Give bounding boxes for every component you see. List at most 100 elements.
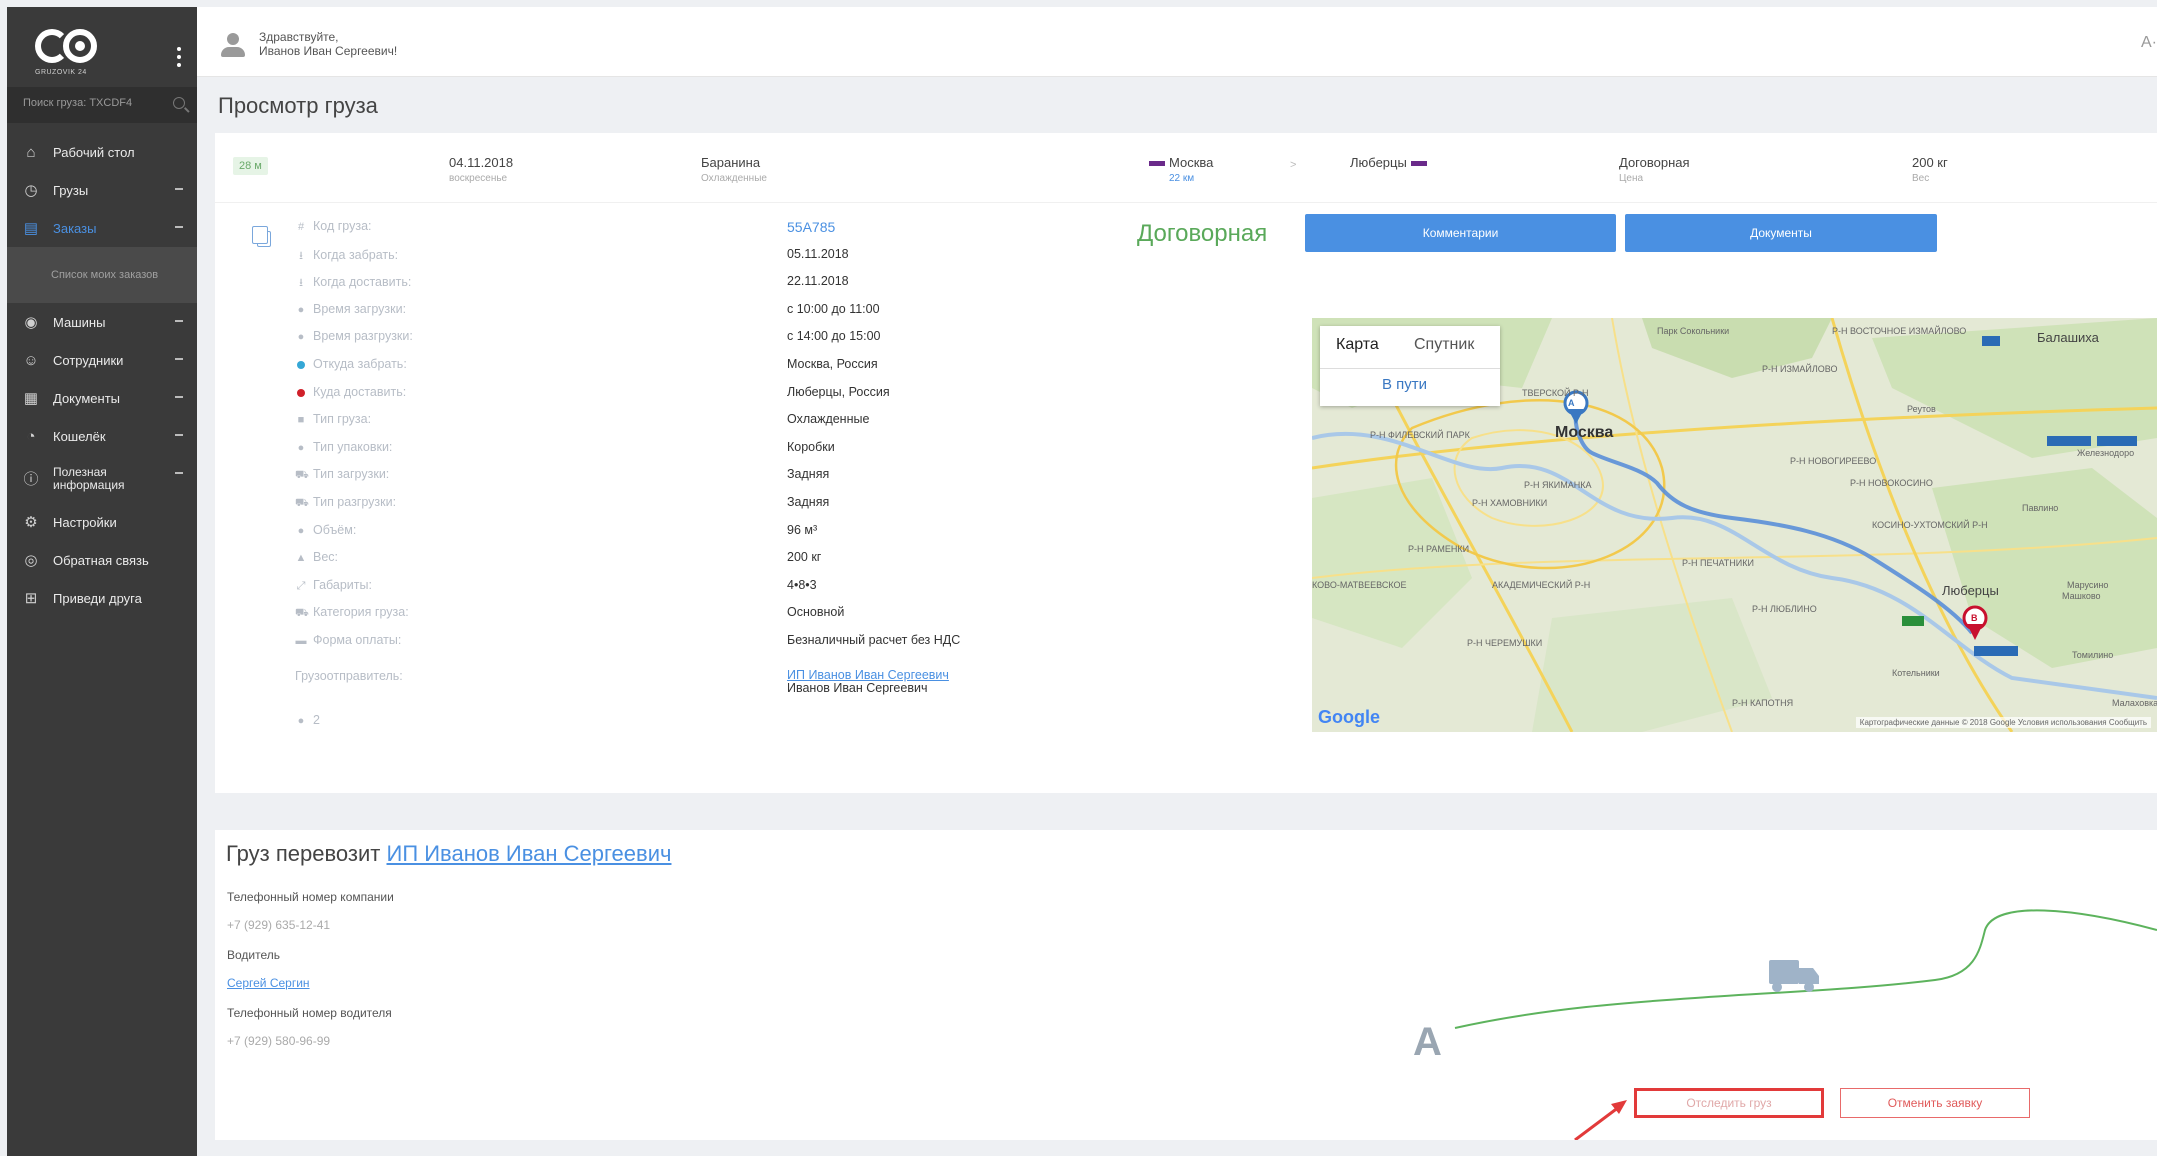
detail-value: 96 м³ [787,522,818,537]
hash-icon: # [297,221,305,233]
sidebar-item-wallet[interactable]: ◔ Кошелёк [7,417,197,455]
map-tab-map[interactable]: Карта [1336,336,1379,354]
detail-value: Задняя [787,494,830,509]
detail-value: Коробки [787,439,835,454]
comments-button[interactable]: Комментарии [1305,214,1616,252]
sidebar-item-orders[interactable]: ▤ Заказы [7,209,197,247]
sidebar-item-invite-friend[interactable]: ⊞ Приведи друга [7,579,197,617]
detail-label-text: Откуда забрать: [313,356,407,371]
map-place-label: Машково [2062,591,2101,601]
feedback-icon: ◎ [24,552,38,569]
sidebar-item-cargo[interactable]: ◷ Грузы [7,171,197,209]
sidebar-item-documents[interactable]: ▦ Документы [7,379,197,417]
sidebar-item-label: Приведи друга [53,590,142,606]
user-avatar-icon[interactable] [221,33,245,57]
sidebar-item-trucks[interactable]: ◉ Машины [7,303,197,341]
from-city: Москва [1169,155,1214,170]
map-tab-satellite[interactable]: Спутник [1414,336,1474,354]
user-greeting: Здравствуйте, Иванов Иван Сергеевич! [259,30,397,58]
summary-date: 04.11.2018 воскресенье [449,155,513,184]
clock-icon: ● [297,524,305,537]
copy-icon[interactable] [252,226,271,247]
pickup-dot-icon [295,359,307,371]
chevron-down-icon [175,396,183,398]
shipper-label: Грузоотправитель: [295,668,403,683]
detail-label: # Код груза: [295,219,695,233]
carrier-card: Груз перевозит ИП Иванов Иван Сергеевич … [215,830,2157,1140]
sidebar: GRUZOVIK 24 Поиск груза: TXCDF4 ⌂ Рабочий… [7,7,197,1156]
sidebar-item-settings[interactable]: ⚙ Настройки [7,503,197,541]
map-place-label: АКАДЕМИЧЕСКИЙ Р-Н [1492,580,1591,590]
logo-subtitle: GRUZOVIK 24 [35,69,87,76]
loading-icon: ⛟ [295,496,309,509]
map-attribution[interactable]: Картографические данные © 2018 Google Ус… [1855,717,2151,728]
map-place-label: КОВО-МАТВЕЕВСКОЕ [1312,580,1407,590]
map-tab-divider [1320,368,1500,369]
page-title: Просмотр груза [218,93,378,118]
cargo-search-placeholder: Поиск груза: TXCDF4 [23,97,133,109]
summary-from: Москва 22 км [1145,155,1213,184]
map-place-label: Малаховка [2112,698,2157,708]
summary-price: Договорная Цена [1619,155,1690,184]
detail-label-text: Код груза: [313,219,372,233]
detail-label-text: Когда доставить: [313,275,412,290]
weight-value: 200 кг [1912,155,1948,170]
detail-label: ● Объём: [295,523,695,537]
top-right-text[interactable]: А· [2141,34,2157,52]
cancel-request-button[interactable]: Отменить заявку [1840,1088,2030,1118]
summary-to: Люберцы [1350,155,1431,170]
sidebar-item-staff[interactable]: ☺ Сотрудники [7,341,197,379]
detail-label: ● Время загрузки: [295,302,695,316]
map-place-label: Р-Н ПЕЧАТНИКИ [1682,558,1754,568]
detail-label: ● Время разгрузки: [295,329,695,343]
to-city: Люберцы [1350,155,1407,170]
map-place-label: Р-Н НОВОГИРЕЕВО [1790,456,1877,466]
sidebar-menu: ⌂ Рабочий стол ◷ Грузы ▤ Заказы Список моих… [7,123,197,617]
track-start-point: A [1413,1020,1442,1064]
shipper-link[interactable]: ИП Иванов Иван Сергеевич [787,668,949,682]
detail-value: 200 кг [787,550,822,565]
sidebar-item-feedback[interactable]: ◎ Обратная связь [7,541,197,579]
search-icon[interactable] [173,97,185,109]
detail-label: ▲ Вес: [295,550,695,564]
app-logo[interactable]: GRUZOVIK 24 [35,29,105,79]
map-place-label: Котельники [1892,668,1940,678]
cargo-type-icon: ■ [297,414,305,427]
map-place-label: Томилино [2072,650,2114,660]
sidebar-item-label: Обратная связь [53,552,149,568]
user-full-name: Иванов Иван Сергеевич! [259,44,398,58]
sidebar-item-useful-info[interactable]: ⓘ Полезная информация [7,455,197,503]
shipper-value: ИП Иванов Иван Сергеевич Иванов Иван Серг… [787,668,949,695]
cargo-search-input[interactable]: Поиск груза: TXCDF4 [7,87,197,123]
sidebar-item-label: Полезная информация [53,465,125,492]
detail-label-text: Габариты: [313,577,372,592]
chevron-right-icon: > [1290,159,1297,171]
detail-label-text: Тип разгрузки: [313,494,397,509]
route-map[interactable]: A B Москва Люберцы Балашиха Реутов Железнодо… [1312,318,2157,732]
shipper-count: ● 2 [295,713,695,727]
chevron-down-icon [175,358,183,360]
kebab-menu-icon[interactable] [177,47,181,71]
chevron-down-icon [175,472,183,474]
sidebar-item-label: Список моих заказов [51,269,159,281]
detail-label-text: Куда доставить: [313,384,407,399]
detail-label-text: Когда забрать: [313,247,399,262]
weekday-value: воскресенье [449,173,508,184]
cargo-name: Баранина [701,155,761,170]
map-place-label: Павлино [2022,503,2059,513]
map-place-label: Парк Сокольники [1657,326,1730,336]
track-cargo-button[interactable]: Отследить груз [1634,1088,1824,1118]
detail-label: Откуда забрать: [295,357,695,371]
chevron-down-icon [175,188,183,190]
sidebar-item-dashboard[interactable]: ⌂ Рабочий стол [7,133,197,171]
gear-icon: ⚙ [24,514,38,531]
documents-button[interactable]: Документы [1625,214,1937,252]
sidebar-subitem-my-orders[interactable]: Список моих заказов [7,247,197,303]
desktop-icon: ⌂ [26,143,36,161]
map-place-label: Р-Н КАПОТНЯ [1732,698,1794,708]
detail-value: Москва, Россия [787,356,878,371]
sidebar-item-label: Сотрудники [53,352,124,368]
cargo-card: 28 м 04.11.2018 воскресенье Баранина Охл… [215,133,2157,793]
russia-flag-icon [1149,161,1165,167]
route-status: В пути [1382,376,1428,393]
